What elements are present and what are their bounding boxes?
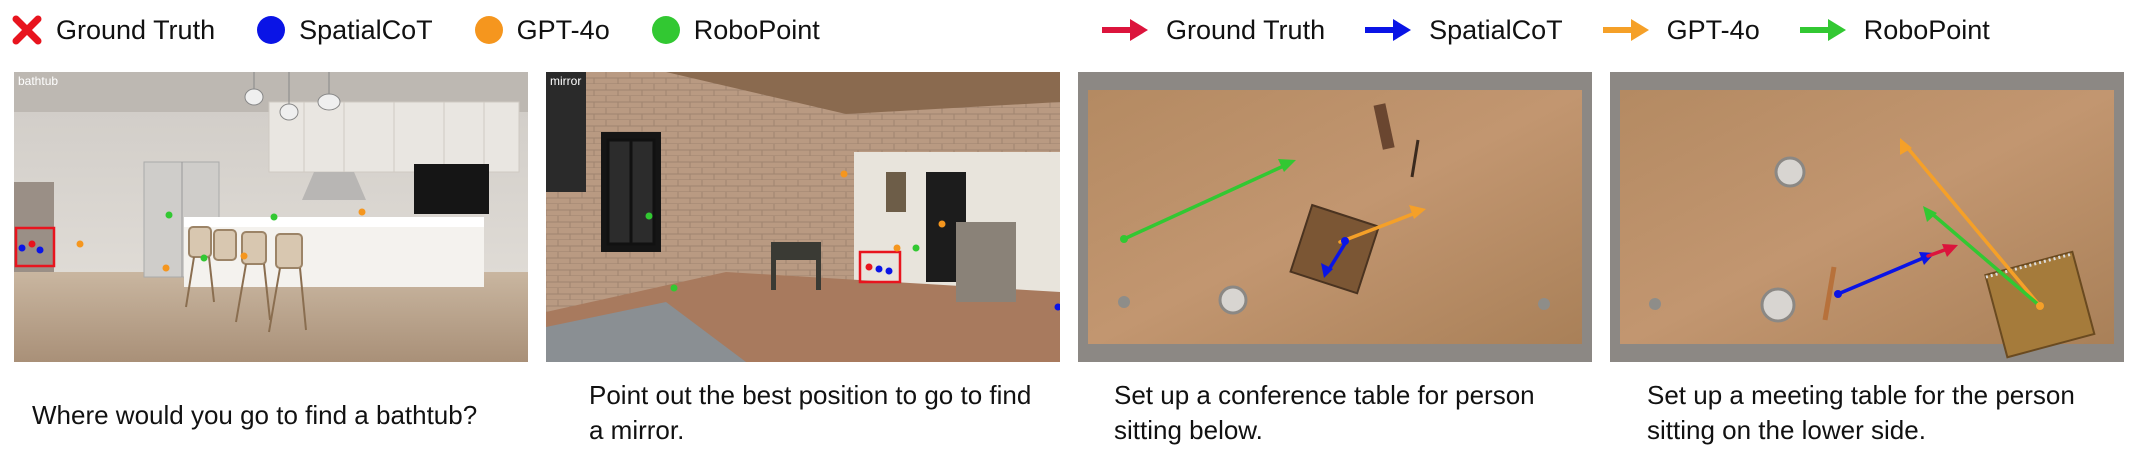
arrow-right-icon	[1365, 19, 1412, 41]
legend-ground-truth-point: Ground Truth	[12, 15, 215, 46]
conference-table-image	[1078, 72, 1592, 362]
legend-gpt4o-arrow: GPT-4o	[1601, 15, 1760, 46]
legend-label: Ground Truth	[56, 14, 216, 45]
point-legend: Ground Truth SpatialCoT GPT-4o RoboPoint	[12, 8, 858, 52]
legend-label: GPT-4o	[1666, 14, 1760, 45]
legend-spatialcot-arrow: SpatialCoT	[1363, 15, 1563, 46]
green-dot-icon	[651, 16, 680, 44]
scene-tag: mirror	[550, 74, 582, 88]
legend-spatialcot-point: SpatialCoT	[257, 15, 433, 46]
legend-gpt4o-point: GPT-4o	[474, 14, 610, 46]
legend-label: Ground Truth	[1166, 14, 1326, 45]
legend-robopoint-point: RoboPoint	[651, 14, 820, 46]
panel-caption-bathtub: Where would you go to find a bathtub?	[32, 400, 478, 430]
meeting-table-image	[1610, 72, 2124, 362]
brick-room-scene-panel: mirror	[546, 72, 1060, 362]
meeting-table-panel	[1610, 72, 2124, 362]
legend-label: RoboPoint	[1863, 14, 1990, 45]
panel-caption-conference: Set up a conference table for person sit…	[1114, 380, 1535, 445]
arrow-right-icon	[1799, 19, 1846, 41]
arrow-legend: Ground Truth SpatialCoT GPT-4o RoboPoint	[1100, 8, 2028, 52]
brick-room-scene-image	[546, 72, 1060, 362]
legend-label: GPT-4o	[516, 14, 610, 45]
legend-label: SpatialCoT	[1429, 14, 1563, 45]
x-cross-icon	[12, 15, 42, 45]
arrow-right-icon	[1102, 19, 1148, 41]
arrow-right-icon	[1602, 19, 1649, 41]
legend-label: RoboPoint	[693, 14, 820, 45]
panel-caption-mirror: Point out the best position to go to fin…	[589, 380, 1032, 445]
scene-tag: bathtub	[18, 74, 59, 88]
blue-dot-icon	[257, 16, 286, 44]
orange-dot-icon	[474, 16, 503, 44]
kitchen-scene-image	[14, 72, 528, 362]
conference-table-panel	[1078, 72, 1592, 362]
legend-label: SpatialCoT	[299, 14, 433, 45]
kitchen-scene-panel: bathtub	[14, 72, 528, 362]
panel-caption-meeting: Set up a meeting table for the person si…	[1647, 380, 2075, 445]
legend-robopoint-arrow: RoboPoint	[1798, 15, 1990, 46]
legend-ground-truth-arrow: Ground Truth	[1100, 15, 1325, 46]
